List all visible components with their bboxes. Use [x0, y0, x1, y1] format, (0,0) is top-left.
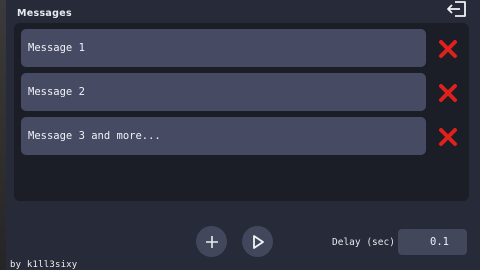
- message-item[interactable]: Message 2: [21, 73, 426, 111]
- red-x-icon: [439, 84, 457, 102]
- exit-button[interactable]: [446, 0, 468, 18]
- page-title: Messages: [17, 8, 72, 19]
- exit-icon: [447, 1, 466, 17]
- play-button[interactable]: [242, 226, 273, 257]
- delete-button[interactable]: [438, 39, 458, 59]
- plus-icon: [205, 235, 218, 248]
- delete-button[interactable]: [438, 127, 458, 147]
- delay-label: Delay (sec): [332, 237, 395, 248]
- delay-input[interactable]: [398, 229, 467, 255]
- delete-button[interactable]: [438, 83, 458, 103]
- message-list: Message 1 Message 2 Message 3 and more..…: [14, 23, 469, 201]
- add-message-button[interactable]: [196, 226, 227, 257]
- red-x-icon: [439, 40, 457, 58]
- red-x-icon: [439, 128, 457, 146]
- message-text: Message 2: [28, 86, 85, 98]
- message-item[interactable]: Message 3 and more...: [21, 117, 426, 155]
- credit-text: by k1ll3sixy: [10, 260, 78, 270]
- message-item[interactable]: Message 1: [21, 29, 426, 67]
- message-text: Message 3 and more...: [28, 130, 161, 142]
- message-text: Message 1: [28, 42, 85, 54]
- play-icon: [252, 234, 264, 249]
